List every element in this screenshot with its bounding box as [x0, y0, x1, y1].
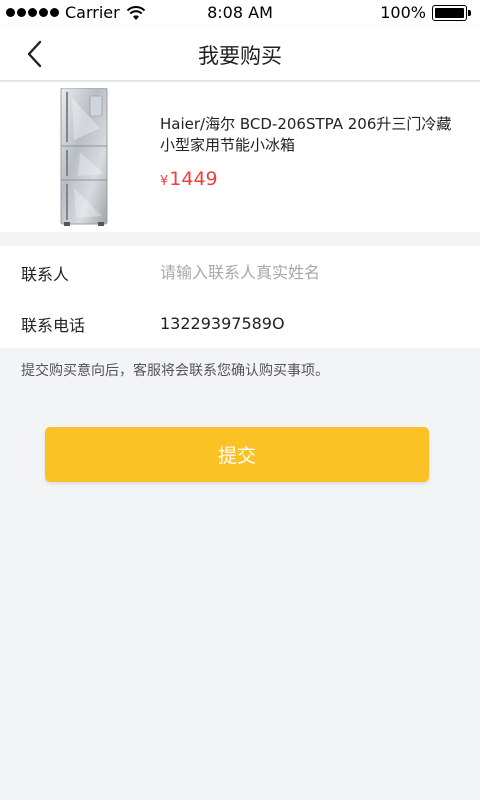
contact-name-row: 联系人	[0, 246, 480, 297]
page-title: 我要购买	[198, 44, 282, 68]
product-name: Haier/海尔 BCD-206STPA 206升三门冷藏小型家用节能小冰箱	[160, 115, 452, 154]
submit-button[interactable]: 提交	[45, 427, 429, 482]
submit-label: 提交	[217, 445, 256, 467]
hint-text: 提交购买意向后，客服将会联系您确认购买事项。	[21, 363, 329, 379]
contact-phone-input[interactable]	[160, 309, 460, 337]
status-right: 100%	[380, 3, 472, 22]
contact-phone-label: 联系电话	[21, 316, 86, 335]
status-bar: Carrier 8:08 AM 100%	[0, 0, 480, 26]
contact-name-label: 联系人	[21, 265, 70, 284]
price-value: 1449	[169, 168, 218, 190]
battery-icon	[432, 4, 472, 21]
currency-symbol: ¥	[160, 174, 169, 189]
nav-bar: 我要购买	[0, 26, 480, 80]
battery-percent: 100%	[380, 3, 426, 22]
product-card[interactable]: Haier/海尔 BCD-206STPA 206升三门冷藏小型家用节能小冰箱 ¥…	[0, 82, 480, 232]
product-price: ¥1449	[160, 168, 218, 190]
refrigerator-image	[60, 88, 108, 226]
contact-form: 联系人 联系电话	[0, 246, 480, 348]
contact-phone-row: 联系电话	[0, 297, 480, 348]
contact-name-input[interactable]	[160, 258, 460, 286]
